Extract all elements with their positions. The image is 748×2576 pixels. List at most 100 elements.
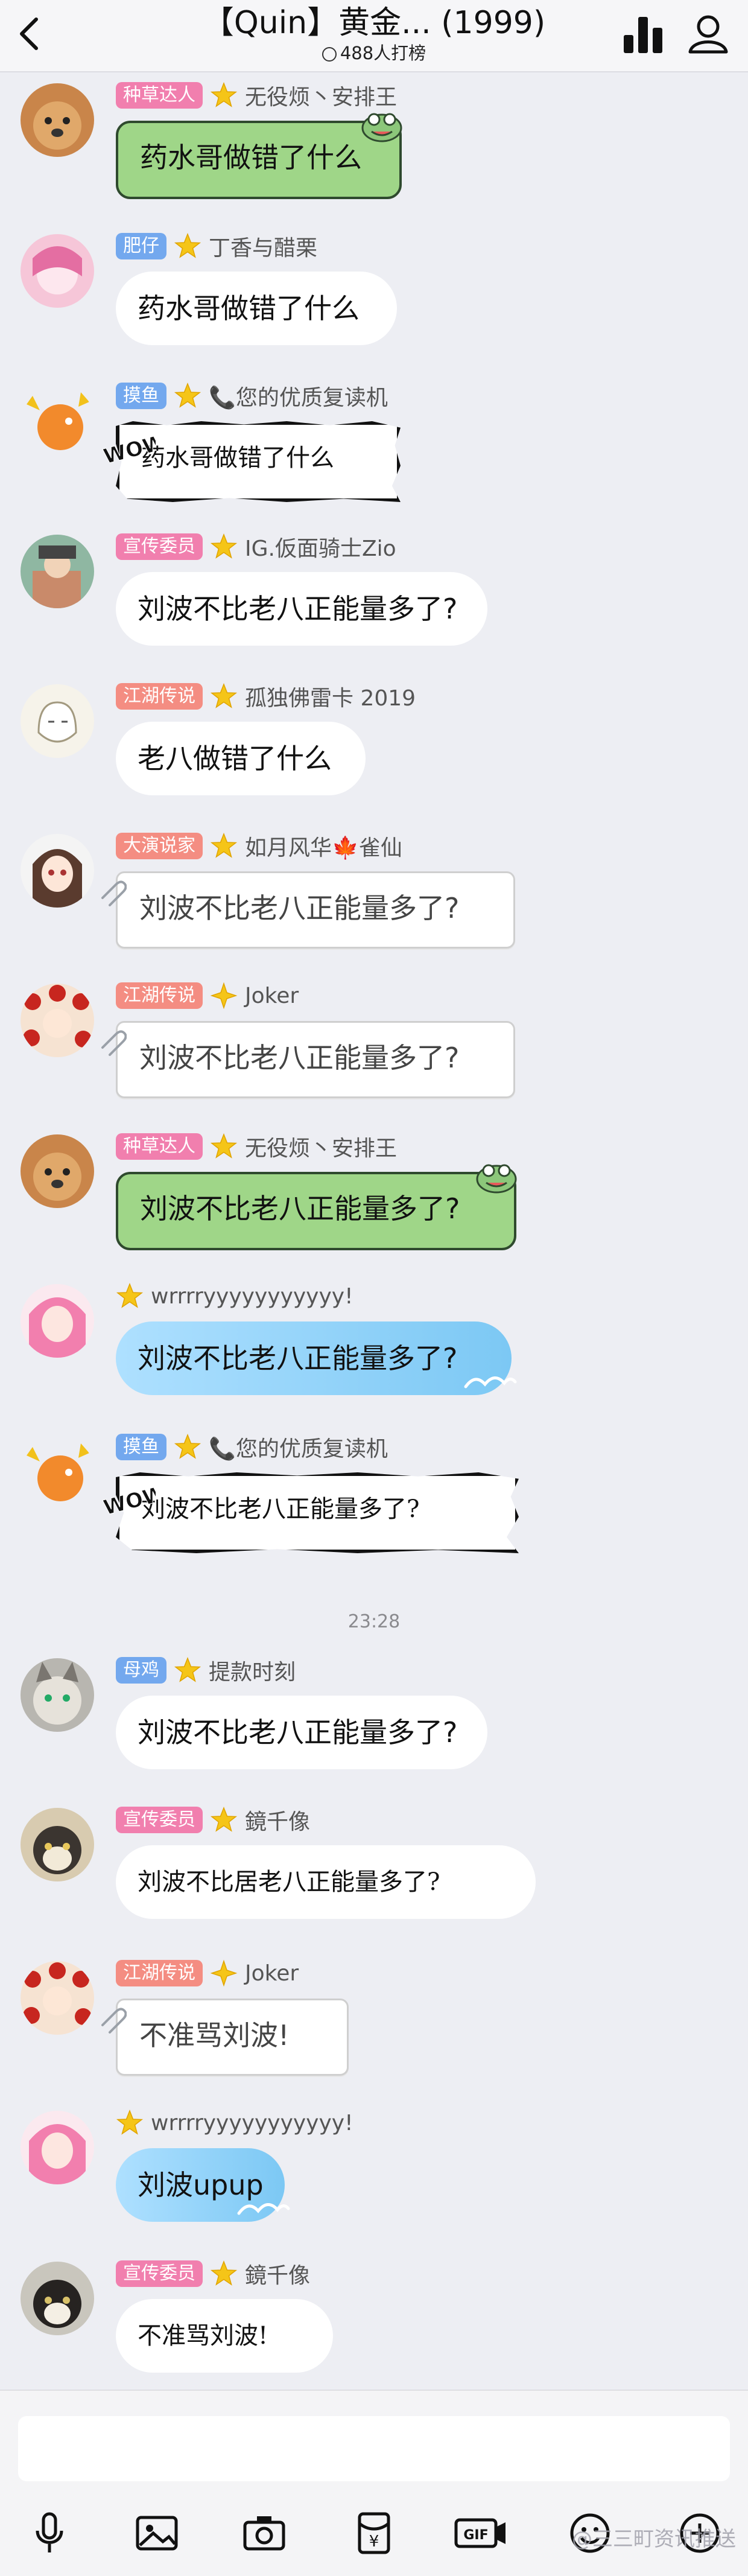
member-title-badge: 摸鱼 bbox=[116, 1434, 166, 1460]
member-title-badge: 肥仔 bbox=[116, 233, 166, 259]
star-icon bbox=[210, 533, 238, 561]
sender-name[interactable]: IG.仮面骑士Zio bbox=[245, 531, 396, 562]
paperclip-icon bbox=[97, 1026, 127, 1058]
microphone-icon[interactable] bbox=[25, 2509, 74, 2557]
image-icon[interactable] bbox=[133, 2509, 181, 2557]
paperclip-icon bbox=[97, 2003, 127, 2036]
message-bubble[interactable]: 刘波不比老八正能量多了? bbox=[116, 1172, 516, 1250]
star-icon bbox=[210, 832, 238, 860]
sender-meta: wrrrryyyyyyyyyyy! bbox=[116, 2107, 353, 2139]
sender-meta: 种草达人 无役烦丶安排王 bbox=[116, 80, 397, 111]
sender-name[interactable]: 📞您的优质复读机 bbox=[209, 1431, 388, 1463]
sender-name[interactable]: 如月风华🍁雀仙 bbox=[245, 830, 402, 862]
chat-title: 【Quin】黄金... (1999) bbox=[202, 5, 546, 41]
message-bubble[interactable]: 刘波不比居老八正能量多了? bbox=[116, 1845, 536, 1919]
message-bubble[interactable]: 刘波不比老八正能量多了? bbox=[116, 1696, 487, 1769]
sender-meta: 母鸡 提款时刻 bbox=[116, 1655, 296, 1686]
member-title-badge: 江湖传说 bbox=[116, 1960, 203, 1986]
gif-icon[interactable]: GIF bbox=[454, 2509, 506, 2557]
message-bubble[interactable]: 药水哥做错了什么 bbox=[116, 121, 402, 199]
sender-name[interactable]: 鏡千像 bbox=[245, 2258, 310, 2289]
message-bubble[interactable]: 刘波不比老八正能量多了? bbox=[116, 1021, 515, 1098]
top-bar: 【Quin】黄金... (1999) 488人打榜 bbox=[0, 0, 748, 72]
member-title-badge: 江湖传说 bbox=[116, 683, 203, 710]
member-icon[interactable] bbox=[685, 11, 731, 57]
wave-decoration bbox=[463, 1369, 518, 1395]
sender-meta: 大演说家 如月风华🍁雀仙 bbox=[116, 830, 402, 862]
back-arrow-icon[interactable] bbox=[12, 16, 48, 52]
svg-text:WOW: WOW bbox=[101, 1487, 156, 1517]
input-bar: ¥ GIF @三三町资讯推送 bbox=[0, 2390, 748, 2576]
star-icon bbox=[210, 2260, 238, 2288]
member-title-badge: 摸鱼 bbox=[116, 383, 166, 409]
avatar[interactable] bbox=[21, 1658, 94, 1732]
avatar[interactable] bbox=[21, 1808, 94, 1881]
sender-meta: 摸鱼 📞您的优质复读机 bbox=[116, 1431, 388, 1463]
avatar[interactable] bbox=[21, 384, 94, 457]
avatar[interactable] bbox=[21, 83, 94, 157]
member-title-badge: 宣传委员 bbox=[116, 533, 203, 560]
message-bubble[interactable]: 不准骂刘波! bbox=[116, 2299, 333, 2373]
sender-name[interactable]: wrrrryyyyyyyyyyy! bbox=[151, 2111, 353, 2136]
message-bubble[interactable]: 刘波不比老八正能量多了? bbox=[116, 1472, 519, 1553]
avatar[interactable] bbox=[21, 535, 94, 608]
avatar[interactable] bbox=[21, 684, 94, 758]
message-bubble[interactable]: 刘波不比老八正能量多了? bbox=[116, 871, 515, 949]
sender-meta: wrrrryyyyyyyyyyy! bbox=[116, 1280, 353, 1312]
sender-meta: 宣传委员 鏡千像 bbox=[116, 1804, 310, 1836]
wow-sticker: WOW bbox=[101, 430, 168, 469]
star-icon bbox=[116, 2109, 144, 2137]
avatar[interactable] bbox=[21, 1284, 94, 1358]
wow-sticker: WOW bbox=[101, 1481, 168, 1521]
sender-name[interactable]: 孤独佛雷卡 2019 bbox=[245, 681, 416, 712]
member-title-badge: 种草达人 bbox=[116, 1133, 203, 1160]
sender-meta: 江湖传说 Joker bbox=[116, 980, 299, 1011]
member-title-badge: 大演说家 bbox=[116, 833, 203, 859]
sender-name[interactable]: 鏡千像 bbox=[245, 1804, 310, 1836]
star-icon bbox=[210, 1133, 238, 1160]
message-bubble[interactable]: 药水哥做错了什么 bbox=[116, 272, 397, 345]
bubble-frog-sticker bbox=[361, 109, 403, 145]
subtitle-text: 488人打榜 bbox=[340, 43, 426, 63]
sender-name[interactable]: 提款时刻 bbox=[209, 1655, 296, 1686]
star-icon bbox=[174, 1656, 201, 1684]
member-title-badge: 种草达人 bbox=[116, 82, 203, 109]
star-icon bbox=[174, 1433, 201, 1461]
sender-meta: 种草达人 无役烦丶安排王 bbox=[116, 1131, 397, 1162]
leaderboard-icon[interactable] bbox=[624, 17, 664, 53]
message-bubble[interactable]: 不准骂刘波! bbox=[116, 1999, 349, 2076]
svg-text:GIF: GIF bbox=[463, 2528, 488, 2543]
camera-icon[interactable] bbox=[240, 2509, 288, 2557]
message-bubble[interactable]: 老八做错了什么 bbox=[116, 722, 366, 795]
timestamp-divider: 23:28 bbox=[347, 1611, 401, 1632]
avatar[interactable] bbox=[21, 834, 94, 908]
chat-subtitle[interactable]: 488人打榜 bbox=[253, 42, 495, 64]
avatar[interactable] bbox=[21, 2111, 94, 2184]
star-icon bbox=[116, 1282, 144, 1310]
sender-meta: 江湖传说 Joker bbox=[116, 1957, 299, 1989]
avatar[interactable] bbox=[21, 1435, 94, 1509]
avatar[interactable] bbox=[21, 1134, 94, 1208]
avatar[interactable] bbox=[21, 2262, 94, 2335]
message-bubble[interactable]: 药水哥做错了什么 bbox=[116, 421, 401, 502]
avatar[interactable] bbox=[21, 1961, 94, 2035]
sender-name[interactable]: wrrrryyyyyyyyyyy! bbox=[151, 1284, 353, 1309]
sender-name[interactable]: Joker bbox=[245, 1961, 299, 1986]
message-input[interactable] bbox=[18, 2416, 730, 2481]
avatar[interactable] bbox=[21, 234, 94, 308]
member-title-badge: 宣传委员 bbox=[116, 1807, 203, 1833]
sender-name[interactable]: 无役烦丶安排王 bbox=[245, 80, 397, 111]
sender-name[interactable]: 丁香与醋栗 bbox=[209, 231, 317, 262]
star-icon bbox=[210, 1806, 238, 1834]
sender-name[interactable]: Joker bbox=[245, 984, 299, 1008]
watermark-text: @三三町资讯推送 bbox=[572, 2527, 736, 2551]
heart-icon bbox=[322, 47, 337, 62]
message-bubble[interactable]: 刘波不比老八正能量多了? bbox=[116, 572, 487, 646]
sender-name[interactable]: 无役烦丶安排王 bbox=[245, 1131, 397, 1162]
sender-meta: 宣传委员 鏡千像 bbox=[116, 2258, 310, 2289]
avatar[interactable] bbox=[21, 984, 94, 1057]
sender-name[interactable]: 📞您的优质复读机 bbox=[209, 380, 388, 412]
message-bubble[interactable]: 刘波不比老八正能量多了? bbox=[116, 1321, 512, 1395]
sender-meta: 江湖传说 孤独佛雷卡 2019 bbox=[116, 681, 416, 712]
red-packet-icon[interactable]: ¥ bbox=[350, 2509, 398, 2557]
